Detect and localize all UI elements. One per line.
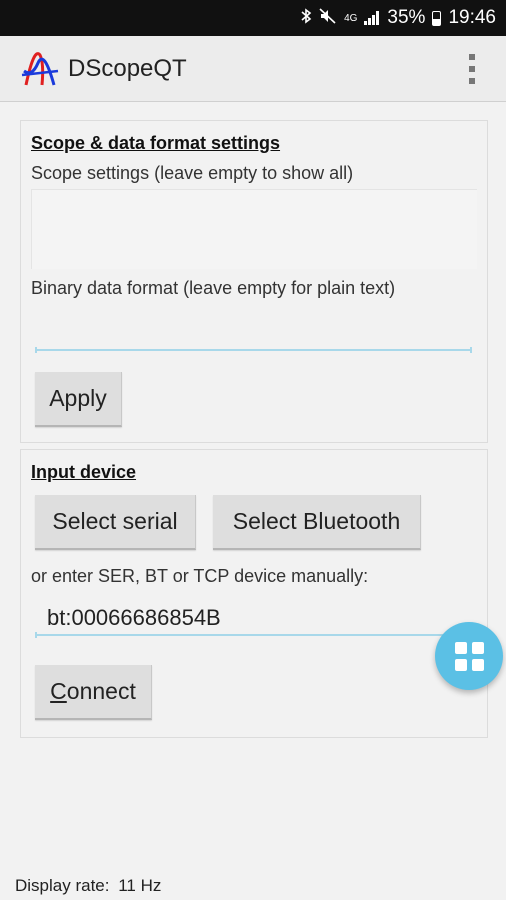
display-rate-label: Display rate: <box>15 876 110 895</box>
scope-settings-label: Scope settings (leave empty to show all) <box>31 163 354 183</box>
apps-fab-button[interactable] <box>435 622 503 690</box>
input-bracket-left <box>35 347 37 353</box>
connect-label: onnect <box>66 678 136 704</box>
connect-button[interactable]: Connect <box>35 665 152 720</box>
overflow-menu-icon[interactable] <box>468 54 476 84</box>
battery-icon <box>432 10 442 26</box>
battery-percent: 35% <box>387 7 426 28</box>
select-bluetooth-button[interactable]: Select Bluetooth <box>213 495 421 550</box>
signal-icon <box>364 11 380 25</box>
device-bracket-left <box>35 632 37 638</box>
binary-format-label: Binary data format (leave empty for plai… <box>31 278 396 298</box>
status-time: 19:46 <box>448 7 496 28</box>
device-address-input[interactable] <box>35 602 472 636</box>
scope-panel-title: Scope & data format settings <box>31 133 281 153</box>
mute-icon <box>319 8 337 28</box>
display-rate-value: 11 Hz <box>118 876 162 895</box>
grid-apps-icon <box>454 641 484 671</box>
connect-mnemonic: C <box>50 678 67 704</box>
binary-format-input[interactable] <box>35 317 472 351</box>
select-serial-button[interactable]: Select serial <box>35 495 196 550</box>
input-bracket-right <box>470 347 472 353</box>
scope-settings-field[interactable] <box>31 189 477 269</box>
app-title: DScopeQT <box>68 54 187 82</box>
status-bar: 4G 35% 19:46 <box>0 0 506 36</box>
network-label: 4G <box>344 12 358 24</box>
manual-device-label: or enter SER, BT or TCP device manually: <box>31 566 369 586</box>
input-panel-title: Input device <box>31 462 137 482</box>
dscope-logo-icon <box>21 51 59 85</box>
display-rate: Display rate: 11 Hz <box>15 876 161 896</box>
apply-button[interactable]: Apply <box>35 372 122 427</box>
app-bar: DScopeQT <box>0 36 506 102</box>
bluetooth-icon <box>300 8 312 28</box>
scope-settings-panel: Scope & data format settings Scope setti… <box>20 120 488 443</box>
input-device-panel: Input device Select serial Select Blueto… <box>20 449 488 738</box>
